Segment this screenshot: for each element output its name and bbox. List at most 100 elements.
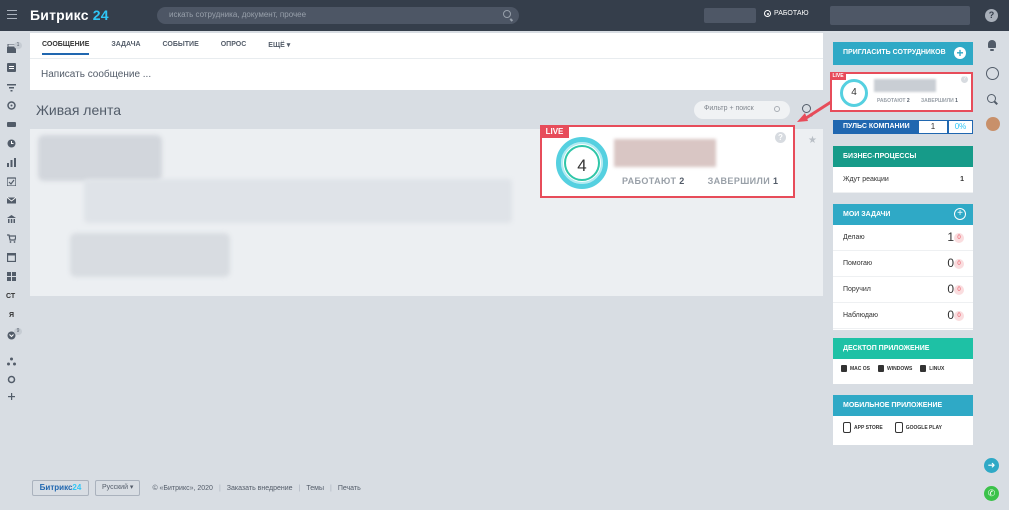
favorite-star-icon[interactable]: ★	[808, 135, 817, 146]
pulse-done-value: 1	[955, 98, 958, 104]
filter-icon[interactable]	[7, 83, 16, 92]
phone-icon	[894, 422, 903, 433]
windows-link[interactable]: WINDOWS	[878, 365, 912, 372]
task-row-badge: 0	[954, 285, 964, 295]
footer-separator: |	[330, 484, 332, 492]
app-store-label: APP STORE	[854, 424, 883, 431]
pulse-count: 4	[577, 156, 587, 175]
app-store-link[interactable]: APP STORE	[843, 422, 883, 433]
bp-row-waiting[interactable]: Ждут реакции 1	[833, 167, 973, 193]
clock-icon[interactable]	[7, 139, 16, 148]
avatar[interactable]	[986, 117, 1000, 131]
pulse-small-circle: 4	[840, 79, 868, 107]
footer-separator: |	[298, 484, 301, 492]
footer-logo-number: 24	[72, 483, 82, 492]
window-icon[interactable]	[7, 253, 16, 262]
callout-arrow-icon	[797, 100, 832, 122]
structure-icon[interactable]	[7, 357, 16, 366]
work-status-label: РАБОТАЮ	[774, 10, 809, 17]
pulse-small-stats: РАБОТАЮТ 2 ЗАВЕРШИЛИ 1	[877, 98, 958, 104]
right-icon-bar: ➜ ✆	[977, 31, 1009, 510]
menu-icon[interactable]	[7, 10, 17, 19]
pulse-widget[interactable]: LIVE ? 4 РАБОТАЮТ 2 ЗАВЕРШИЛИ 1	[830, 72, 973, 112]
user-profile-blurred[interactable]	[830, 6, 970, 25]
calendar-icon[interactable]	[7, 177, 16, 186]
working-value: 2	[679, 176, 685, 186]
settings-icon[interactable]	[7, 375, 16, 384]
pulse-working-value: 2	[906, 98, 910, 104]
sidebar-item-st[interactable]: СТ	[6, 293, 15, 300]
my-tasks-header[interactable]: МОИ ЗАДАЧИ +	[833, 204, 973, 225]
linux-link[interactable]: LINUX	[920, 365, 944, 372]
linux-icon	[920, 365, 927, 372]
business-processes-header[interactable]: БИЗНЕС-ПРОЦЕССЫ	[833, 146, 973, 167]
language-select[interactable]: Русский ▾	[95, 480, 141, 496]
phone-icon	[843, 422, 851, 433]
store-links: APP STORE GOOGLE PLAY	[843, 422, 942, 433]
status-dot-icon	[764, 10, 771, 17]
task-row-label: Поручил	[843, 286, 871, 293]
pulse-done-label: ЗАВЕРШИЛИ	[921, 98, 954, 104]
filter-search-icon[interactable]	[774, 106, 780, 112]
chart-icon[interactable]	[7, 158, 16, 167]
bank-icon[interactable]	[7, 215, 16, 224]
tab-task[interactable]: ЗАДАЧА	[111, 41, 140, 55]
footer-logo[interactable]: Битрикс24	[32, 480, 89, 496]
add-icon[interactable]	[7, 392, 16, 401]
task-row-label: Помогаю	[843, 260, 873, 267]
task-row-badge: 0	[954, 233, 964, 243]
help-button[interactable]: ?	[985, 9, 998, 22]
exit-icon[interactable]: ➜	[984, 458, 999, 473]
invite-employees-button[interactable]: ПРИГЛАСИТЬ СОТРУДНИКОВ +	[833, 42, 973, 65]
add-task-icon[interactable]: +	[954, 208, 966, 220]
post-tabs: СООБЩЕНИЕ ЗАДАЧА СОБЫТИЕ ОПРОС ЕЩЁ ▾	[42, 41, 312, 55]
search-input[interactable]: искать сотрудника, документ, прочее	[157, 7, 519, 24]
feed-icon[interactable]	[7, 63, 16, 72]
task-row[interactable]: Поручил 0 0	[833, 277, 973, 303]
company-pulse-widget[interactable]: ПУЛЬС КОМПАНИИ 1 0%	[833, 120, 973, 134]
search-icon[interactable]	[986, 93, 999, 106]
chat-icon[interactable]	[986, 67, 999, 80]
google-play-link[interactable]: GOOGLE PLAY	[894, 422, 942, 433]
drive-icon[interactable]	[7, 120, 16, 129]
sidebar-item-ya[interactable]: Я	[9, 312, 14, 319]
desktop-app-header: ДЕСКТОП ПРИЛОЖЕНИЕ	[833, 338, 973, 359]
task-row[interactable]: Делаю 1 0	[833, 225, 973, 251]
footer-link-order[interactable]: Заказать внедрение	[227, 485, 293, 492]
cart-icon[interactable]	[7, 234, 16, 243]
mobile-app-title: МОБИЛЬНОЕ ПРИЛОЖЕНИЕ	[843, 402, 943, 409]
footer-link-print[interactable]: Печать	[338, 485, 361, 492]
company-pulse-value: 1	[919, 121, 947, 133]
pulse-stats: РАБОТАЮТ 2 ЗАВЕРШИЛИ 1	[622, 176, 778, 186]
post-author-blurred	[38, 135, 162, 181]
mail-icon[interactable]	[7, 196, 16, 205]
target-icon[interactable]	[7, 101, 16, 110]
bp-row-label: Ждут реакции	[843, 176, 889, 183]
help-icon[interactable]: ?	[775, 132, 786, 143]
search-icon[interactable]	[503, 10, 511, 18]
business-processes-title: БИЗНЕС-ПРОЦЕССЫ	[843, 153, 917, 160]
apps-icon[interactable]	[7, 272, 16, 281]
copyright: © «Битрикс», 2020	[152, 484, 213, 492]
phone-call-icon[interactable]: ✆	[984, 486, 999, 501]
macos-link[interactable]: MAC OS	[841, 365, 870, 372]
pulse-help-icon[interactable]: ?	[961, 76, 968, 83]
task-row[interactable]: Наблюдаю 0 0	[833, 303, 973, 329]
plus-icon: +	[954, 47, 966, 59]
post-form: СООБЩЕНИЕ ЗАДАЧА СОБЫТИЕ ОПРОС ЕЩЁ ▾ Нап…	[30, 33, 823, 90]
page-title: Живая лента	[36, 102, 122, 118]
company-pulse-label: ПУЛЬС КОМПАНИИ	[843, 123, 910, 130]
tab-poll[interactable]: ОПРОС	[221, 41, 247, 55]
tab-more[interactable]: ЕЩЁ ▾	[268, 41, 290, 55]
logo[interactable]: Битрикс 24	[30, 7, 109, 23]
message-input[interactable]: Написать сообщение ...	[41, 69, 151, 80]
os-links: MAC OS WINDOWS LINUX	[841, 365, 944, 372]
tab-message[interactable]: СООБЩЕНИЕ	[42, 41, 90, 55]
footer-link-themes[interactable]: Темы	[306, 485, 324, 492]
more-badge: 9	[14, 328, 22, 335]
bell-icon[interactable]	[986, 39, 999, 52]
work-status-button[interactable]: РАБОТАЮ	[764, 10, 809, 17]
pulse-callout: LIVE ? 4 РАБОТАЮТ 2 ЗАВЕРШИЛИ 1	[540, 125, 795, 198]
task-row[interactable]: Помогаю 0 0	[833, 251, 973, 277]
tab-event[interactable]: СОБЫТИЕ	[163, 41, 199, 55]
